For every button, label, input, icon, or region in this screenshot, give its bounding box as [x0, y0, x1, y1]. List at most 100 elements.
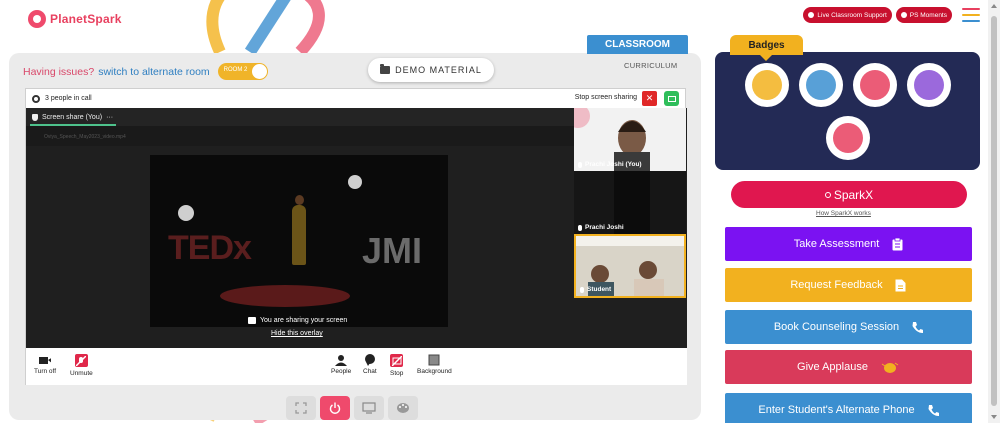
chat-control[interactable]: Chat [363, 353, 377, 375]
unmute-label: Unmute [70, 370, 93, 377]
screen-button[interactable] [354, 396, 384, 420]
how-sparkx-works-link[interactable]: How SparkX works [816, 210, 871, 217]
stop-sharing-close-button[interactable]: ✕ [642, 91, 657, 106]
alternate-phone-button[interactable]: Enter Student's Alternate Phone [725, 393, 972, 423]
shared-file-name: Oviya_Speech_May2023_video.mp4 [44, 134, 126, 140]
phone-icon [911, 320, 924, 334]
sparkx-icon [824, 191, 831, 198]
request-feedback-label: Request Feedback [790, 279, 883, 291]
hide-overlay-link[interactable]: Hide this overlay [271, 330, 323, 337]
thinker-badge-icon[interactable] [907, 63, 951, 107]
scroll-up-icon[interactable] [991, 4, 997, 8]
stop-share-control[interactable]: Stop [390, 354, 403, 377]
participant-name-text: Student [587, 286, 612, 293]
take-assessment-button[interactable]: Take Assessment [725, 227, 972, 261]
stage-light [348, 175, 362, 189]
mic-muted-icon [74, 354, 88, 367]
ps-moments-button[interactable]: PS Moments [895, 7, 952, 23]
gear-icon[interactable] [32, 94, 40, 103]
fullscreen-icon [295, 402, 307, 414]
fullscreen-button[interactable] [286, 396, 316, 420]
participant-tile[interactable]: Prachi Joshi (You) [574, 108, 686, 171]
people-icon [335, 354, 348, 366]
issue-bar: Having issues? switch to alternate room … [23, 63, 268, 80]
menu-line-1 [962, 8, 980, 10]
hero-badge-icon[interactable] [853, 63, 897, 107]
participant-name-text: Prachi Joshi (You) [585, 161, 642, 168]
alternate-phone-label: Enter Student's Alternate Phone [758, 404, 915, 416]
sparkx-button[interactable]: SparkX [731, 181, 967, 208]
moments-icon [900, 12, 907, 18]
sparkx-label: SparkX [833, 187, 874, 202]
hamburger-menu-icon[interactable] [962, 8, 980, 22]
screen-icon [248, 317, 256, 324]
trophy-badge-icon[interactable] [745, 63, 789, 107]
stop-sharing-label: Stop screen sharing [574, 94, 637, 101]
toggle-knob [251, 64, 267, 79]
fist-badge-icon[interactable] [799, 63, 843, 107]
video-jmi-text: JMI [362, 230, 423, 271]
live-support-button[interactable]: Live Classroom Support [803, 7, 892, 23]
page: PlanetSpark Live Classroom Support PS Mo… [0, 0, 1000, 423]
mic-off-icon [578, 224, 582, 231]
tab-curriculum[interactable]: CURRICULUM [624, 61, 677, 70]
clap-icon [880, 360, 900, 374]
speaker-figure-head [295, 195, 304, 205]
stop-share-icon [390, 354, 404, 367]
participant-name-text: Prachi Joshi [585, 224, 624, 231]
page-scrollbar[interactable] [988, 0, 1000, 423]
demo-material-button[interactable]: DEMO MATERIAL [368, 58, 494, 82]
tab-classroom[interactable]: CLASSROOM [587, 35, 688, 54]
camera-control[interactable]: Turn off [34, 354, 56, 375]
room-toggle-label: ROOM 2 [223, 67, 248, 73]
screen-share-more-icon[interactable]: ··· [106, 114, 113, 121]
power-icon [329, 402, 341, 414]
stage-light [178, 205, 194, 221]
alternate-room-link[interactable]: switch to alternate room [98, 66, 209, 78]
header-actions: Live Classroom Support PS Moments [803, 7, 980, 23]
participant-tile[interactable]: Student [574, 234, 686, 298]
book-counseling-label: Book Counseling Session [773, 321, 900, 333]
badge-art [833, 123, 863, 153]
power-button[interactable] [320, 396, 350, 420]
logo-text: PlanetSpark [50, 12, 122, 26]
badge-art [860, 70, 890, 100]
classroom-tools [286, 396, 418, 420]
palette-button[interactable] [388, 396, 418, 420]
live-support-label: Live Classroom Support [817, 11, 887, 19]
pip-icon [667, 95, 676, 102]
menu-line-2 [962, 14, 980, 16]
call-controls: Turn off Unmute People Chat Stop Backgro… [26, 348, 687, 385]
badge-art [914, 70, 944, 100]
scroll-thumb[interactable] [991, 16, 997, 406]
planetspark-logo[interactable]: PlanetSpark [28, 10, 122, 28]
picture-in-picture-button[interactable] [664, 91, 679, 106]
participant-tiles: Prachi Joshi (You) Prachi Joshi Student [574, 108, 687, 348]
mic-control[interactable]: Unmute [70, 354, 93, 377]
share-icon [32, 113, 38, 121]
people-control[interactable]: People [331, 354, 351, 375]
shared-file-bar: Oviya_Speech_May2023_video.mp4 [26, 126, 574, 146]
scroll-down-icon[interactable] [991, 415, 997, 419]
robot-badge-icon[interactable] [826, 116, 870, 160]
badge-art [806, 70, 836, 100]
logo-mark-icon [28, 10, 46, 28]
request-feedback-button[interactable]: Request Feedback [725, 268, 972, 302]
monitor-icon [362, 402, 376, 414]
participant-tile[interactable]: Prachi Joshi [574, 171, 686, 234]
room-toggle[interactable]: ROOM 2 [217, 63, 268, 80]
folder-icon [380, 64, 391, 74]
people-label: People [331, 368, 352, 375]
give-applause-button[interactable]: Give Applause [725, 350, 972, 384]
participant-name: Prachi Joshi (You) [578, 161, 642, 168]
chat-label: Chat [363, 368, 377, 375]
background-control[interactable]: Background [417, 354, 452, 375]
mic-icon [580, 286, 584, 293]
turn-off-label: Turn off [34, 368, 57, 375]
screen-share-stage: Screen share (You) ··· Oviya_Speech_May2… [26, 108, 574, 348]
badges-title: Badges [730, 35, 803, 61]
participant-name: Prachi Joshi [578, 224, 624, 231]
video-call-frame: 3 people in call Stop screen sharing ✕ S… [25, 88, 687, 385]
book-counseling-button[interactable]: Book Counseling Session [725, 310, 972, 344]
phone-icon [927, 403, 939, 417]
